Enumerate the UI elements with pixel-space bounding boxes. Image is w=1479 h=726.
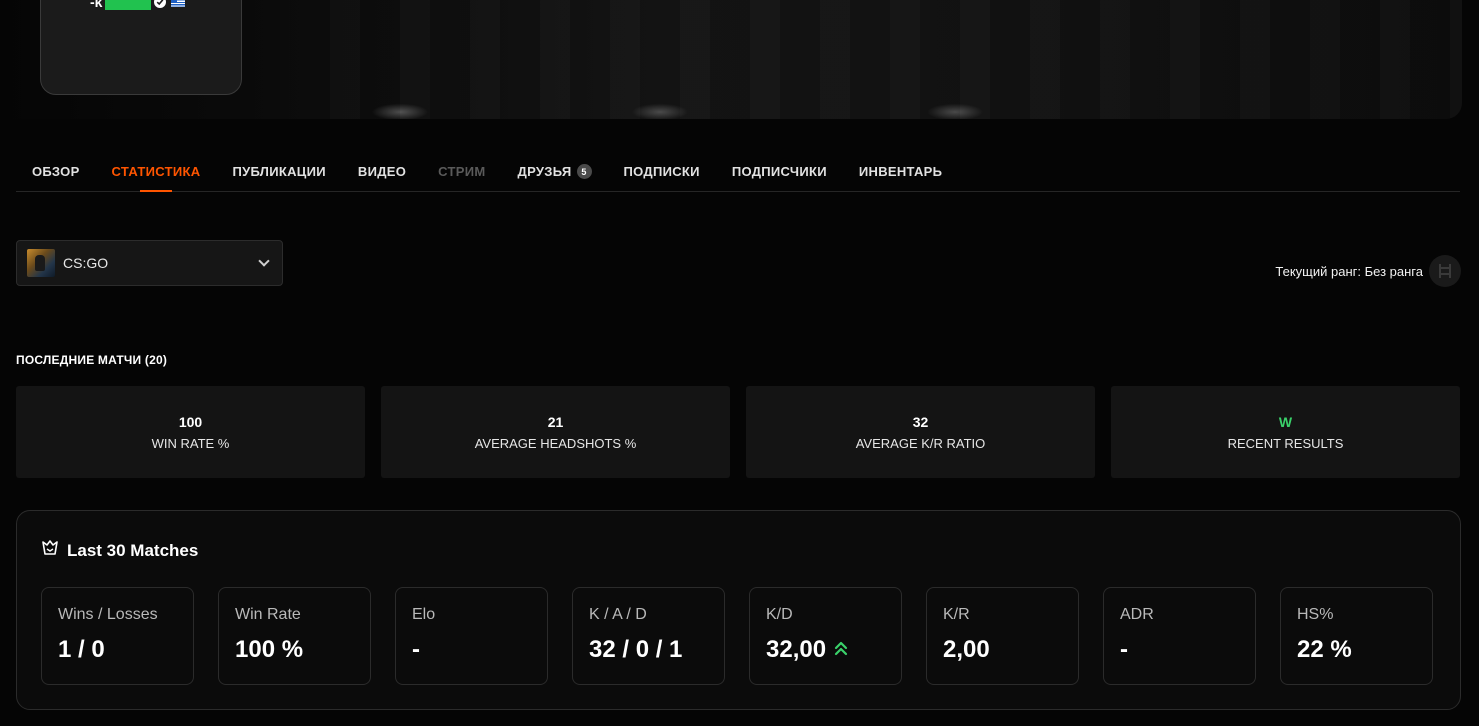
chevron-down-icon bbox=[258, 255, 270, 267]
rank-icon bbox=[1429, 255, 1461, 287]
tab-label: ВИДЕО bbox=[357, 164, 407, 179]
tab-label: ОБЗОР bbox=[32, 164, 80, 179]
stat-label: K/R bbox=[943, 606, 970, 623]
profile-card: -k bbox=[40, 0, 242, 95]
summary-value: 21 bbox=[547, 413, 564, 430]
stat-value: - bbox=[412, 636, 420, 663]
faceit-icon bbox=[41, 539, 59, 562]
country-flag-icon bbox=[171, 0, 186, 7]
stat-value: 2,00 bbox=[943, 636, 990, 663]
tab-friends[interactable]: ДРУЗЬЯ 5 bbox=[518, 152, 592, 192]
tab-label: ИНВЕНТАРЬ bbox=[858, 164, 943, 179]
stat-value: 1 / 0 bbox=[58, 636, 105, 663]
rank-text: Текущий ранг: Без ранга bbox=[1275, 263, 1423, 279]
stat-value: 22 % bbox=[1297, 636, 1352, 663]
profile-tabs: ОБЗОР СТАТИСТИКА ПУБЛИКАЦИИ ВИДЕО СТРИМ … bbox=[16, 152, 1460, 192]
tab-label: ПОДПИСЧИКИ bbox=[731, 164, 827, 179]
stat-label: Win Rate bbox=[235, 606, 301, 623]
panel-header: Last 30 Matches bbox=[41, 539, 198, 562]
verified-icon bbox=[154, 0, 167, 8]
game-select[interactable]: CS:GO bbox=[16, 240, 283, 286]
summary-value: 100 bbox=[178, 413, 203, 430]
csgo-game-icon bbox=[27, 249, 55, 277]
tab-label: ДРУЗЬЯ bbox=[517, 164, 572, 179]
nickname-text: -k bbox=[90, 0, 103, 10]
game-select-value: CS:GO bbox=[63, 255, 109, 271]
tab-label: СТАТИСТИКА bbox=[111, 164, 201, 179]
stat-card-kad: K / A / D 32 / 0 / 1 bbox=[572, 587, 725, 685]
tab-overview[interactable]: ОБЗОР bbox=[32, 152, 80, 192]
current-rank: Текущий ранг: Без ранга bbox=[1275, 255, 1461, 287]
stat-label: K / A / D bbox=[589, 606, 647, 623]
stat-value: 100 % bbox=[235, 636, 304, 663]
summary-card-recent-results: W RECENT RESULTS bbox=[1111, 386, 1460, 478]
stat-grid: Wins / Losses 1 / 0 Win Rate 100 % Elo -… bbox=[41, 587, 1433, 685]
stat-value: 32,00 bbox=[766, 636, 827, 663]
stat-label: HS% bbox=[1297, 606, 1334, 623]
tab-label: ПОДПИСКИ bbox=[623, 164, 700, 179]
stat-card-kr: K/R 2,00 bbox=[926, 587, 1079, 685]
stat-card-win-rate: Win Rate 100 % bbox=[218, 587, 371, 685]
stat-card-hs: HS% 22 % bbox=[1280, 587, 1433, 685]
tab-inventory[interactable]: ИНВЕНТАРЬ bbox=[859, 152, 942, 192]
tab-label: СТРИМ bbox=[438, 164, 486, 179]
friends-count-badge: 5 bbox=[576, 164, 592, 179]
stat-label: Elo bbox=[412, 606, 436, 623]
panel-title: Last 30 Matches bbox=[67, 540, 199, 560]
stat-label: ADR bbox=[1120, 606, 1154, 623]
tab-subscribers[interactable]: ПОДПИСЧИКИ bbox=[732, 152, 827, 192]
stat-card-kd: K/D 32,00 bbox=[749, 587, 902, 685]
recent-matches-title: ПОСЛЕДНИЕ МАТЧИ (20) bbox=[16, 353, 168, 367]
nickname-redaction bbox=[105, 0, 152, 10]
summary-card-kr-ratio: 32 AVERAGE K/R RATIO bbox=[746, 386, 1095, 478]
tab-label: ПУБЛИКАЦИИ bbox=[232, 164, 326, 179]
summary-label: AVERAGE K/R RATIO bbox=[855, 435, 986, 451]
nickname: -k bbox=[90, 0, 186, 10]
summary-label: AVERAGE HEADSHOTS % bbox=[474, 435, 637, 451]
stat-card-elo: Elo - bbox=[395, 587, 548, 685]
summary-value: 32 bbox=[912, 413, 929, 430]
stat-card-wins-losses: Wins / Losses 1 / 0 bbox=[41, 587, 194, 685]
last-30-matches-panel: Last 30 Matches Wins / Losses 1 / 0 Win … bbox=[16, 510, 1461, 710]
trend-up-icon bbox=[834, 640, 848, 661]
stat-value: 32 / 0 / 1 bbox=[589, 636, 683, 663]
recent-matches-summary: 100 WIN RATE % 21 AVERAGE HEADSHOTS % 32… bbox=[16, 386, 1460, 478]
stat-label: Wins / Losses bbox=[58, 606, 158, 623]
stat-card-adr: ADR - bbox=[1103, 587, 1256, 685]
stat-value: - bbox=[1120, 636, 1128, 663]
summary-card-win-rate: 100 WIN RATE % bbox=[16, 386, 365, 478]
summary-label: WIN RATE % bbox=[151, 435, 230, 451]
tab-subscriptions[interactable]: ПОДПИСКИ bbox=[624, 152, 700, 192]
tab-stream[interactable]: СТРИМ bbox=[438, 152, 485, 192]
summary-card-headshots: 21 AVERAGE HEADSHOTS % bbox=[381, 386, 730, 478]
tab-statistics[interactable]: СТАТИСТИКА bbox=[112, 152, 201, 192]
recent-result-win: W bbox=[1278, 413, 1293, 430]
summary-label: RECENT RESULTS bbox=[1227, 435, 1344, 451]
tab-publications[interactable]: ПУБЛИКАЦИИ bbox=[232, 152, 325, 192]
tab-video[interactable]: ВИДЕО bbox=[358, 152, 406, 192]
stat-label: K/D bbox=[766, 606, 793, 623]
